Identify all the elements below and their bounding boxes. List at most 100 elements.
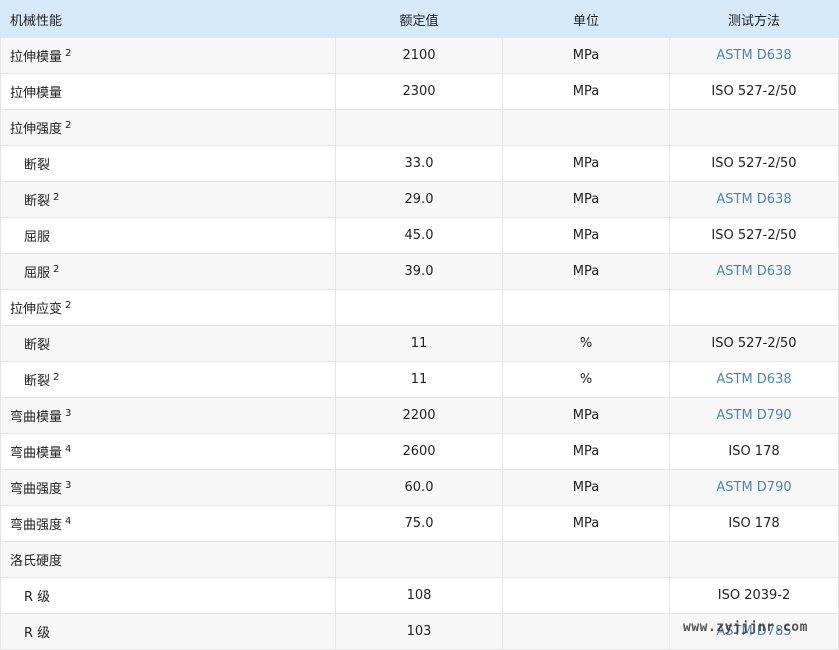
unit-cell: MPa [502, 145, 670, 182]
method-cell: ASTM D790 [669, 397, 839, 434]
footnote-ref: 2 [53, 372, 60, 383]
property-label: 洛氏硬度 [10, 554, 63, 569]
method-cell [669, 109, 839, 146]
test-method-link[interactable]: ASTM D638 [716, 48, 791, 63]
method-cell: ISO 527-2/50 [669, 73, 839, 110]
table-row: 弯曲强度 3 60.0 MPa ASTM D790 [0, 469, 839, 506]
unit-cell [502, 577, 670, 614]
property-label: 弯曲强度 [10, 482, 63, 497]
table-row: 断裂 2 11% ASTM D638 [0, 361, 839, 398]
table-row: 弯曲强度 4 75.0 MPa ISO 178 [0, 505, 839, 542]
unit-cell [502, 109, 670, 146]
property-cell: 拉伸模量 2 [0, 37, 336, 74]
value-cell: 108 [335, 577, 503, 614]
property-cell: 屈服 [0, 217, 336, 254]
test-method-link[interactable]: ASTM D638 [716, 192, 791, 207]
footnote-ref: 3 [65, 408, 72, 419]
property-label: R 级 [24, 590, 51, 605]
table-row: 拉伸应变 2 [0, 289, 839, 326]
value-cell: 60.0 [335, 469, 503, 506]
value-cell: 2200 [335, 397, 503, 434]
value-cell: 33.0 [335, 145, 503, 182]
table-row: 断裂 11% ISO 527-2/50 [0, 325, 839, 362]
method-cell [669, 289, 839, 326]
value-cell: 11 [335, 325, 503, 362]
property-cell: 拉伸模量 [0, 73, 336, 110]
header-method: 测试方法 [669, 0, 839, 38]
unit-cell: MPa [502, 217, 670, 254]
property-label: 断裂 [24, 194, 51, 209]
table-row: 拉伸强度 2 [0, 109, 839, 146]
unit-cell [502, 613, 670, 650]
table-row: R 级 108 ISO 2039-2 [0, 577, 839, 614]
unit-cell: MPa [502, 37, 670, 74]
test-method-text: ISO 527-2/50 [711, 84, 797, 99]
value-cell: 103 [335, 613, 503, 650]
unit-cell: MPa [502, 397, 670, 434]
property-cell: 拉伸强度 2 [0, 109, 336, 146]
footnote-ref: 2 [53, 192, 60, 203]
table-row: 断裂 33.0 MPa ISO 527-2/50 [0, 145, 839, 182]
footnote-ref: 2 [65, 48, 72, 59]
test-method-text: ISO 527-2/50 [711, 228, 797, 243]
test-method-text: ISO 2039-2 [717, 588, 791, 603]
property-cell: R 级 [0, 613, 336, 650]
value-cell: 39.0 [335, 253, 503, 290]
value-cell: 2300 [335, 73, 503, 110]
method-cell: ASTM D785 [669, 613, 839, 650]
method-cell: ASTM D638 [669, 181, 839, 218]
property-label: 拉伸应变 [10, 302, 63, 317]
table-row: 洛氏硬度 [0, 541, 839, 578]
value-cell [335, 541, 503, 578]
header-value: 额定值 [335, 0, 503, 38]
property-cell: 断裂 [0, 325, 336, 362]
unit-cell: % [502, 325, 670, 362]
method-cell: ISO 527-2/50 [669, 325, 839, 362]
property-label: 断裂 [24, 158, 51, 173]
unit-cell: MPa [502, 433, 670, 470]
method-cell: ISO 178 [669, 505, 839, 542]
property-cell: 弯曲强度 4 [0, 505, 336, 542]
property-label: 断裂 [24, 338, 51, 353]
property-label: 拉伸模量 [10, 86, 63, 101]
property-cell: 断裂 [0, 145, 336, 182]
property-cell: 洛氏硬度 [0, 541, 336, 578]
method-cell: ISO 178 [669, 433, 839, 470]
test-method-link[interactable]: ASTM D790 [716, 408, 791, 423]
method-cell: ASTM D790 [669, 469, 839, 506]
test-method-link[interactable]: ASTM D638 [716, 264, 791, 279]
property-cell: 弯曲强度 3 [0, 469, 336, 506]
test-method-link[interactable]: ASTM D638 [716, 372, 791, 387]
test-method-link[interactable]: ASTM D785 [716, 624, 791, 639]
unit-cell: MPa [502, 73, 670, 110]
table-row: 弯曲模量 3 2200 MPa ASTM D790 [0, 397, 839, 434]
test-method-link[interactable]: ASTM D790 [716, 480, 791, 495]
footnote-ref: 2 [53, 264, 60, 275]
method-cell: ASTM D638 [669, 37, 839, 74]
method-cell [669, 541, 839, 578]
property-label: 屈服 [24, 266, 51, 281]
property-label: 断裂 [24, 374, 51, 389]
unit-cell: MPa [502, 253, 670, 290]
property-label: 拉伸模量 [10, 50, 63, 65]
property-cell: 屈服 2 [0, 253, 336, 290]
unit-cell [502, 289, 670, 326]
footnote-ref: 4 [65, 516, 72, 527]
table-row: 拉伸模量 2300 MPa ISO 527-2/50 [0, 73, 839, 110]
footnote-ref: 2 [65, 300, 72, 311]
table-row: 屈服 2 39.0 MPa ASTM D638 [0, 253, 839, 290]
value-cell: 45.0 [335, 217, 503, 254]
test-method-text: ISO 178 [728, 516, 780, 531]
property-label: R 级 [24, 626, 51, 641]
unit-cell: % [502, 361, 670, 398]
property-label: 拉伸强度 [10, 122, 63, 137]
property-cell: 弯曲模量 3 [0, 397, 336, 434]
property-cell: 弯曲模量 4 [0, 433, 336, 470]
property-label: 弯曲模量 [10, 446, 63, 461]
header-property: 机械性能 [0, 0, 336, 38]
test-method-text: ISO 527-2/50 [711, 156, 797, 171]
table-row: 拉伸模量 2 2100 MPa ASTM D638 [0, 37, 839, 74]
value-cell: 11 [335, 361, 503, 398]
method-cell: ISO 527-2/50 [669, 145, 839, 182]
test-method-text: ISO 178 [728, 444, 780, 459]
